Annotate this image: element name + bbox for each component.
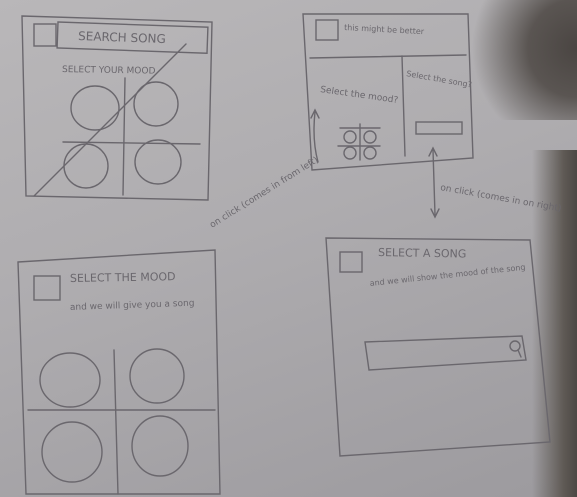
mood-circle[interactable] <box>134 139 182 185</box>
select-song-option[interactable]: Select the song? <box>406 69 473 89</box>
mood-circle[interactable] <box>129 348 185 404</box>
arrow-left-flow <box>310 108 320 163</box>
select-a-song-title: SELECT A SONG <box>378 246 467 261</box>
logo-box-icon <box>315 19 339 41</box>
logo-box-icon <box>339 251 363 273</box>
mood-circle[interactable] <box>70 85 120 131</box>
screen-select-mood <box>17 249 221 495</box>
logo-box-icon <box>33 23 57 47</box>
arrow-right-flow <box>428 146 440 219</box>
mood-circle[interactable] <box>63 143 109 189</box>
select-mood-subtitle: and we will give you a song <box>70 299 195 313</box>
mood-circle[interactable] <box>133 81 179 127</box>
left-arrow-annotation: on click (comes in from left) <box>208 155 320 230</box>
song-search-bar[interactable] <box>364 335 527 371</box>
mood-circle[interactable] <box>39 352 101 408</box>
search-song-title: SEARCH SONG <box>78 29 166 46</box>
header-note: this might be better <box>344 23 425 36</box>
search-icon <box>509 340 522 358</box>
select-mood-option[interactable]: Select the mood? <box>320 85 399 106</box>
select-mood-heading: SELECT YOUR MOOD <box>62 65 156 77</box>
logo-box-icon <box>33 275 61 301</box>
right-arrow-annotation: on click (comes in on right) <box>439 183 562 214</box>
select-song-subtitle: and we will show the mood of the song <box>369 263 526 288</box>
mood-circle[interactable] <box>131 415 189 477</box>
select-the-mood-title: SELECT THE MOOD <box>70 270 176 285</box>
mood-circle[interactable] <box>41 421 103 483</box>
sketch-sheet: SEARCH SONG SELECT YOUR MOOD this might … <box>17 13 562 495</box>
